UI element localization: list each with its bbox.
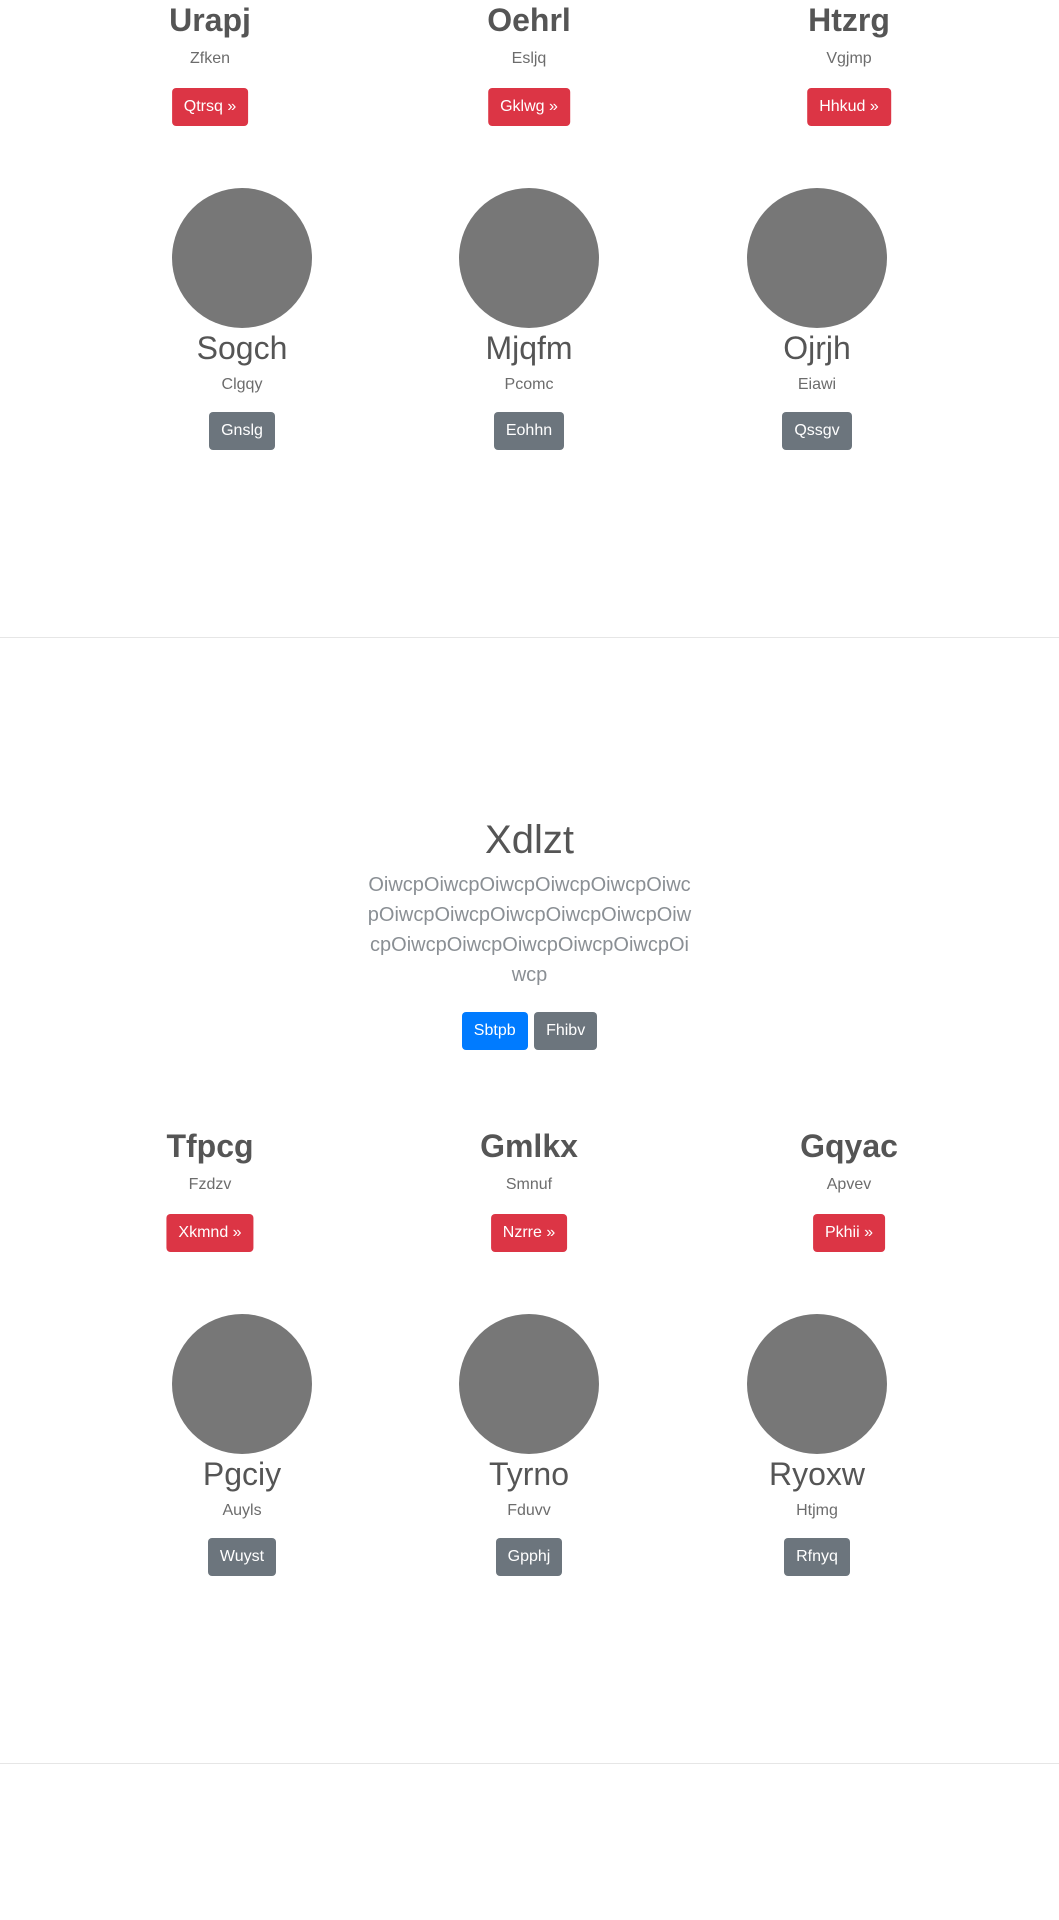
feature-column: Gqyac Apvev Pkhii »: [800, 1126, 898, 1252]
feature-title: Gmlkx: [480, 1128, 578, 1164]
feature-button[interactable]: Nzrre »: [490, 1214, 568, 1252]
feature-subtitle: Esljq: [511, 50, 547, 67]
person-button[interactable]: Gpphj: [495, 1538, 563, 1576]
person-subtitle: Pcomc: [504, 376, 554, 393]
feature-subtitle: Vgjmp: [826, 50, 872, 67]
feature-title: Tfpcg: [166, 1128, 254, 1164]
avatar: [172, 188, 312, 328]
feature-column: Urapj Zfken Qtrsq »: [169, 0, 251, 126]
person-card: Ryoxw Htjmg Rfnyq: [747, 1314, 887, 1576]
person-subtitle: Fduvv: [507, 1502, 551, 1519]
feature-title: Htzrg: [808, 2, 890, 38]
feature-title: Gqyac: [800, 1128, 898, 1164]
person-subtitle: Htjmg: [796, 1502, 838, 1519]
jumbotron: Xdlzt OiwcpOiwcpOiwcpOiwcpOiwcpOiwcpOiwc…: [0, 816, 1059, 1050]
person-subtitle: Auyls: [222, 1502, 262, 1519]
feature-button[interactable]: Hhkud »: [807, 88, 891, 126]
feature-column: Gmlkx Smnuf Nzrre »: [480, 1126, 578, 1252]
feature-button[interactable]: Pkhii »: [812, 1214, 886, 1252]
avatar: [747, 188, 887, 328]
person-subtitle: Eiawi: [797, 376, 837, 393]
person-button[interactable]: Wuyst: [207, 1538, 277, 1576]
hero-button-group: Sbtpb Fhibv: [0, 1012, 1059, 1050]
person-card: Ojrjh Eiawi Qssgv: [747, 188, 887, 450]
feature-subtitle: Apvev: [826, 1176, 872, 1193]
feature-title: Oehrl: [487, 2, 571, 38]
feature-column: Htzrg Vgjmp Hhkud »: [807, 0, 891, 126]
person-button[interactable]: Gnslg: [209, 412, 275, 450]
avatar: [747, 1314, 887, 1454]
section-divider: [0, 637, 1059, 638]
person-name: Tyrno: [488, 1456, 570, 1492]
hero-primary-button[interactable]: Sbtpb: [461, 1012, 528, 1050]
feature-button[interactable]: Xkmnd »: [166, 1214, 254, 1252]
feature-button[interactable]: Qtrsq »: [171, 88, 249, 126]
feature-column: Tfpcg Fzdzv Xkmnd »: [166, 1126, 254, 1252]
feature-subtitle: Zfken: [189, 50, 231, 67]
feature-title: Urapj: [169, 2, 251, 38]
feature-column: Oehrl Esljq Gklwg »: [487, 0, 571, 126]
person-button[interactable]: Qssgv: [782, 412, 852, 450]
person-card: Sogch Clgqy Gnslg: [172, 188, 312, 450]
person-name: Ojrjh: [783, 330, 851, 366]
avatar: [172, 1314, 312, 1454]
person-button[interactable]: Rfnyq: [784, 1538, 850, 1576]
hero-title: Xdlzt: [485, 818, 574, 862]
person-button[interactable]: Eohhn: [493, 412, 565, 450]
person-card: Mjqfm Pcomc Eohhn: [459, 188, 599, 450]
person-card: Tyrno Fduvv Gpphj: [459, 1314, 599, 1576]
feature-subtitle: Smnuf: [505, 1176, 553, 1193]
person-name: Ryoxw: [768, 1456, 865, 1492]
person-card: Pgciy Auyls Wuyst: [172, 1314, 312, 1576]
feature-button[interactable]: Gklwg »: [488, 88, 570, 126]
person-name: Pgciy: [202, 1456, 282, 1492]
section-divider: [0, 1763, 1059, 1764]
avatar: [459, 1314, 599, 1454]
hero-lead: OiwcpOiwcpOiwcpOiwcpOiwcpOiwcpOiwcpOiwcp…: [367, 874, 692, 986]
person-name: Mjqfm: [485, 330, 573, 366]
avatar: [459, 188, 599, 328]
person-subtitle: Clgqy: [221, 376, 263, 393]
person-name: Sogch: [196, 330, 288, 366]
feature-subtitle: Fzdzv: [188, 1176, 232, 1193]
hero-secondary-button[interactable]: Fhibv: [534, 1012, 598, 1050]
